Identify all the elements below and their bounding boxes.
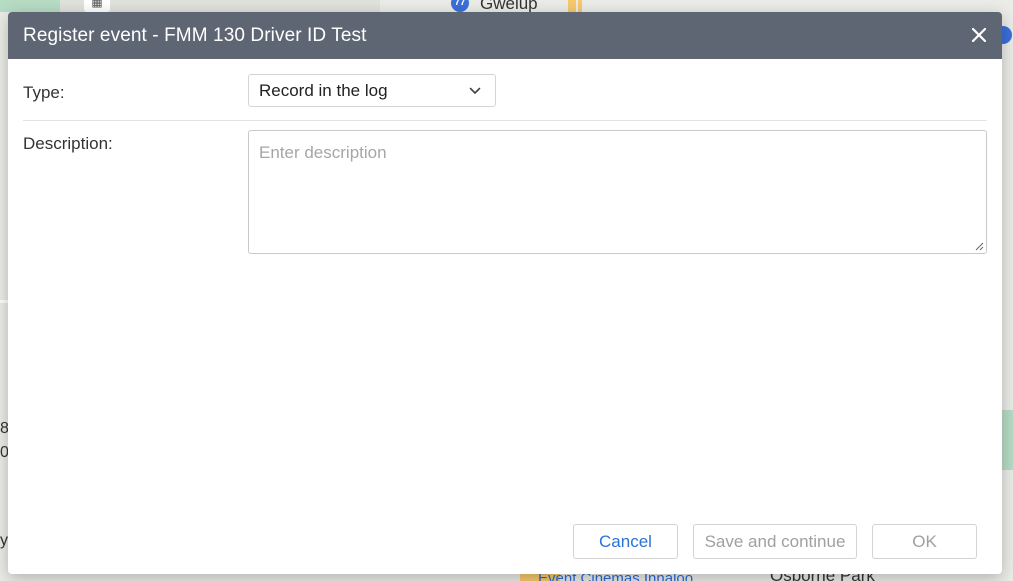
resize-grip-icon[interactable] — [974, 241, 984, 251]
description-row: Description: Enter description — [23, 130, 987, 254]
type-select[interactable]: Record in the log — [248, 74, 496, 107]
description-label: Description: — [23, 134, 113, 153]
register-event-dialog: Register event - FMM 130 Driver ID Test … — [8, 12, 1002, 574]
dialog-header: Register event - FMM 130 Driver ID Test — [8, 12, 1002, 59]
dialog-footer: Cancel Save and continue OK — [8, 524, 1002, 560]
map-road — [578, 0, 582, 12]
map-edge-text: y — [0, 532, 8, 549]
save-and-continue-button[interactable]: Save and continue — [693, 524, 857, 559]
description-textarea[interactable]: Enter description — [248, 130, 987, 254]
type-select-value: Record in the log — [259, 80, 388, 100]
map-road — [0, 300, 8, 303]
close-icon — [971, 27, 987, 43]
type-label: Type: — [23, 83, 65, 102]
map-park — [0, 0, 60, 12]
map-layers-icon[interactable]: ▦ — [84, 0, 110, 12]
map-road — [568, 0, 576, 12]
dialog-title: Register event - FMM 130 Driver ID Test — [23, 24, 367, 46]
description-placeholder: Enter description — [259, 143, 387, 162]
chevron-down-icon — [469, 87, 481, 94]
ok-button[interactable]: OK — [872, 524, 977, 559]
route-badge-icon: 77 — [451, 0, 469, 12]
cancel-button[interactable]: Cancel — [573, 524, 678, 559]
type-row: Type: Record in the log — [23, 74, 987, 121]
close-button[interactable] — [968, 24, 990, 46]
